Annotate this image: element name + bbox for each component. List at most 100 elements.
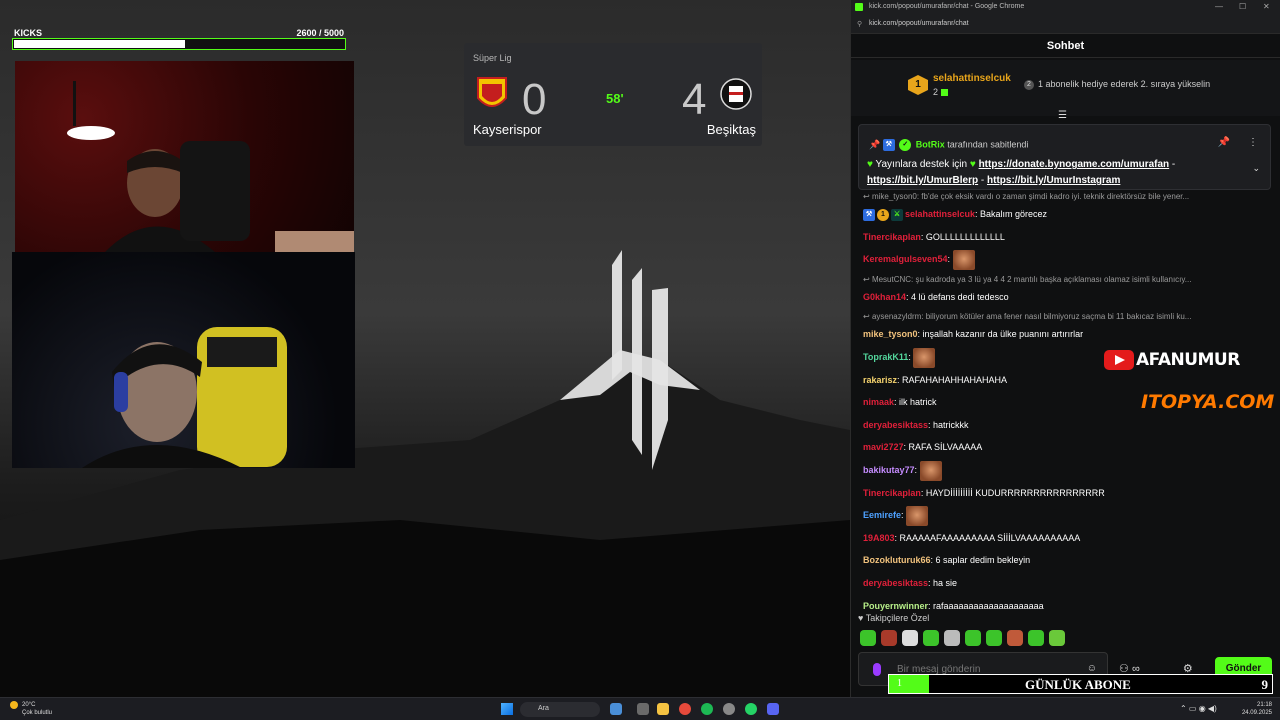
emote-icon <box>952 249 975 270</box>
start-button[interactable] <box>501 703 513 715</box>
emoji-icon[interactable]: ☺ <box>1087 663 1097 674</box>
window-title: kick.com/popout/umurafanr/chat - Google … <box>869 3 1025 10</box>
taskbar-clock[interactable]: 21:18 24.09.2025 <box>1242 701 1272 717</box>
webcam-top <box>15 61 354 252</box>
chat-username[interactable]: mavi2727 <box>863 442 904 452</box>
system-tray[interactable]: ⌃ ▭ ◉ ◀) <box>1180 704 1217 713</box>
heart-icon: ♥ <box>858 613 864 623</box>
chat-username[interactable]: Bozokluturuk66 <box>863 555 931 565</box>
chat-username[interactable]: Keremalgulseven54 <box>863 254 948 264</box>
chat-username[interactable]: Tinercikaplan <box>863 488 921 498</box>
file-explorer-icon[interactable] <box>657 703 669 715</box>
discord-icon[interactable] <box>767 703 779 715</box>
spotify-icon[interactable] <box>701 703 713 715</box>
chat-username[interactable]: 19A803 <box>863 533 895 543</box>
emote-icon[interactable] <box>902 630 918 646</box>
blerp-link[interactable]: https://bit.ly/UmurBlerp <box>867 175 978 186</box>
chat-username[interactable]: selahattinselcuk <box>905 209 975 219</box>
chat-username[interactable]: G0khan14 <box>863 292 906 302</box>
chat-username[interactable]: Pouyernwinner <box>863 601 928 611</box>
chat-username[interactable]: deryabesiktass <box>863 420 928 430</box>
league-name: Süper Lig <box>473 53 512 63</box>
chat-username[interactable]: nimaak <box>863 397 894 407</box>
green-heart-icon: ♥ <box>867 159 873 170</box>
chat-message: mike_tyson0: inşallah kazanır da ülke pu… <box>863 323 1268 346</box>
moderator-badge-icon: ⚒ <box>863 208 875 221</box>
collapse-icon[interactable]: ☰ <box>1058 110 1067 121</box>
emote-row <box>860 630 1070 651</box>
chat-header: Sohbet <box>851 34 1280 58</box>
team2-name: Beşiktaş <box>706 122 756 137</box>
reply-context: ↩ MesutCNC: şu kadroda ya 3 lü ya 4 4 2 … <box>863 274 1192 284</box>
task-view-icon[interactable] <box>637 703 649 715</box>
reply-icon: ↩ <box>863 312 872 322</box>
chrome-icon[interactable] <box>679 703 691 715</box>
instagram-link[interactable]: https://bit.ly/UmurInstagram <box>987 175 1120 186</box>
chat-username[interactable]: mike_tyson0 <box>863 329 918 339</box>
chat-text: : <box>914 464 918 475</box>
moderator-badge-icon: ⚒ <box>882 139 895 151</box>
besiktas-logo-icon <box>720 78 752 110</box>
close-button[interactable]: ✕ <box>1263 2 1270 11</box>
chat-text: : <box>901 510 904 521</box>
gift-icon <box>941 89 949 97</box>
windows-taskbar: 20°C Çok bulutlu Ara ⌃ ▭ ◉ ◀) 21:18 24.09.… <box>0 697 1280 720</box>
chat-text: : <box>908 351 911 362</box>
chevron-down-icon[interactable]: ⌄ <box>1252 163 1260 174</box>
donate-link[interactable]: https://donate.bynogame.com/umurafan <box>979 159 1170 170</box>
chat-username[interactable]: Tinercikaplan <box>863 232 921 242</box>
emote-icon[interactable] <box>923 630 939 646</box>
sponsor-logo: ITOPYA.COM <box>1141 391 1275 413</box>
chat-message: Tinercikaplan: HAYDİİİİİİİİİ KUDURRRRRRR… <box>863 482 1268 505</box>
chat-message: deryabesiktass: ha sie <box>863 572 1268 595</box>
chat-text: : Bakalım görecez <box>975 209 1048 219</box>
emote-icon[interactable] <box>1007 630 1023 646</box>
more-options-icon[interactable]: ⋮ <box>1248 137 1258 148</box>
reply-context: ↩ aysenazyldrm: biliyorum kötüler ama fe… <box>863 312 1192 322</box>
chat-username[interactable]: Eemirefe <box>863 510 901 520</box>
url-text[interactable]: kick.com/popout/umurafanr/chat <box>869 20 969 27</box>
cloud-sun-icon <box>10 701 18 709</box>
chat-username[interactable]: ToprakK11 <box>863 352 908 362</box>
address-bar[interactable]: ⚲ kick.com/popout/umurafanr/chat <box>851 14 1280 34</box>
emote-icon[interactable] <box>944 630 960 646</box>
chat-username[interactable]: bakikutay77 <box>863 465 915 475</box>
chat-username[interactable]: rakarisz <box>863 375 897 385</box>
chat-message: Tinercikaplan: GOLLLLLLLLLLLLL <box>863 226 1268 249</box>
emote-icon[interactable] <box>860 630 876 646</box>
daily-sub-goal-count: 9 <box>1261 677 1269 692</box>
chat-message: 19A803: RAAAAAFAAAAAAAAA SİİİLVAAAAAAAAA… <box>863 527 1268 550</box>
subscriber-badge-icon: ⚔ <box>891 208 903 221</box>
goal-count: 2600 / 5000 <box>296 28 344 38</box>
site-info-icon[interactable]: ⚲ <box>857 20 862 28</box>
chat-text: : RAFAHAHAHHAHAHAHA <box>897 374 1008 385</box>
obs-icon[interactable] <box>723 703 735 715</box>
maximize-button[interactable]: ☐ <box>1239 2 1246 11</box>
emote-icon[interactable] <box>1049 630 1065 646</box>
kayserispor-logo-icon <box>477 77 507 107</box>
gift-count: 2 <box>933 87 949 97</box>
minimize-button[interactable]: — <box>1215 2 1223 11</box>
emote-icon[interactable] <box>986 630 1002 646</box>
chat-message: Eemirefe: <box>863 504 1268 527</box>
emote-icon[interactable] <box>965 630 981 646</box>
taskbar-search[interactable]: Ara <box>520 702 600 717</box>
chat-message: deryabesiktass: hatrickkk <box>863 414 1268 437</box>
kicks-goal-widget: KICKS 2600 / 5000 <box>12 27 346 52</box>
whatsapp-icon[interactable] <box>745 703 757 715</box>
chat-text: : ha sie <box>928 577 958 588</box>
gifter-name[interactable]: selahattinselcuk <box>933 73 1011 84</box>
chat-username[interactable]: deryabesiktass <box>863 578 928 588</box>
emote-icon[interactable] <box>1028 630 1044 646</box>
weather-widget[interactable]: 20°C Çok bulutlu <box>10 701 52 717</box>
chat-text: : RAFA SİLVAAAAA <box>903 442 983 453</box>
reply-icon: ↩ <box>863 274 872 284</box>
widgets-icon[interactable] <box>610 703 622 715</box>
goal-title: KICKS <box>14 28 43 38</box>
pinned-by-user[interactable]: BotRix <box>916 139 945 149</box>
chat-message: G0khan14: 4 lü defans dedi tedesco <box>863 286 1268 309</box>
unpin-icon[interactable]: 📌 <box>1218 137 1230 148</box>
youtube-play-icon <box>1104 350 1134 370</box>
mic-icon[interactable] <box>873 663 881 676</box>
emote-icon[interactable] <box>881 630 897 646</box>
